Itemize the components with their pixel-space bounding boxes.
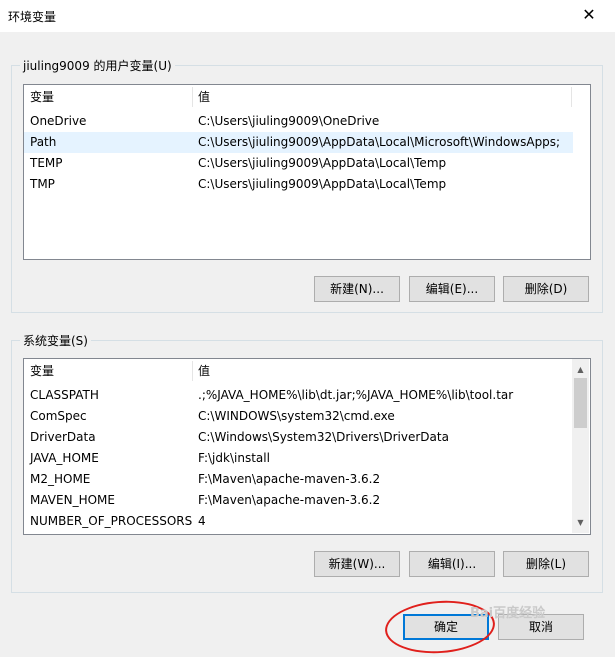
table-row[interactable]: Path C:\Users\jiuling9009\AppData\Local\…: [24, 132, 573, 153]
column-header-name[interactable]: 变量: [30, 362, 54, 379]
system-delete-button[interactable]: 删除(L): [503, 551, 589, 577]
user-edit-button[interactable]: 编辑(E)...: [409, 276, 495, 302]
variable-name: M2_HOME: [30, 472, 91, 486]
variable-value: .;%JAVA_HOME%\lib\dt.jar;%JAVA_HOME%\lib…: [198, 388, 514, 402]
system-edit-button[interactable]: 编辑(I)...: [409, 551, 495, 577]
variable-name: OneDrive: [30, 114, 87, 128]
variable-value: C:\Windows\System32\Drivers\DriverData: [198, 430, 449, 444]
window-title: 环境变量: [8, 10, 57, 24]
column-header-name[interactable]: 变量: [30, 88, 54, 105]
scrollbar-thumb[interactable]: [574, 378, 587, 428]
watermark: Bai百度经验: [470, 606, 546, 621]
column-header-value[interactable]: 值: [198, 362, 210, 379]
variable-name: ComSpec: [30, 409, 87, 423]
scroll-down-icon[interactable]: ▼: [572, 514, 589, 531]
variable-name: MAVEN_HOME: [30, 493, 115, 507]
column-header-value[interactable]: 值: [198, 88, 210, 105]
variable-name: JAVA_HOME: [30, 451, 99, 465]
variable-name: TEMP: [30, 156, 63, 170]
variable-value: F:\jdk\install: [198, 451, 270, 465]
column-divider[interactable]: [192, 87, 193, 107]
variable-value: 4: [198, 514, 206, 528]
system-variables-title: 系统变量(S): [23, 334, 88, 348]
variable-value: C:\Users\jiuling9009\AppData\Local\Temp: [198, 156, 447, 170]
vertical-scrollbar[interactable]: ▲ ▼: [572, 359, 589, 533]
variable-name: DriverData: [30, 430, 96, 444]
list-header: 变量 值: [24, 359, 590, 381]
variable-name: CLASSPATH: [30, 388, 99, 402]
system-variables-list[interactable]: 变量 值 CLASSPATH .;%JAVA_HOME%\lib\dt.jar;…: [23, 358, 591, 535]
table-row[interactable]: OneDrive C:\Users\jiuling9009\OneDrive: [24, 111, 573, 132]
variable-name: NUMBER_OF_PROCESSORS: [30, 514, 193, 528]
table-row[interactable]: TMP C:\Users\jiuling9009\AppData\Local\T…: [24, 174, 573, 195]
user-variables-title: jiuling9009 的用户变量(U): [23, 59, 172, 73]
variable-name: Path: [30, 135, 57, 149]
table-row[interactable]: TEMP C:\Users\jiuling9009\AppData\Local\…: [24, 153, 573, 174]
user-new-button[interactable]: 新建(N)...: [314, 276, 400, 302]
scroll-up-icon[interactable]: ▲: [572, 361, 589, 378]
column-divider[interactable]: [192, 361, 193, 381]
user-delete-button[interactable]: 删除(D): [503, 276, 589, 302]
list-header: 变量 值: [24, 85, 590, 107]
close-icon[interactable]: ✕: [569, 2, 609, 28]
user-variables-list[interactable]: 变量 值 OneDrive C:\Users\jiuling9009\OneDr…: [23, 84, 591, 260]
title-bar: 环境变量 ✕: [0, 0, 615, 32]
variable-value: C:\Users\jiuling9009\AppData\Local\Temp: [198, 177, 447, 191]
variable-value: C:\Users\jiuling9009\OneDrive: [198, 114, 380, 128]
system-new-button[interactable]: 新建(W)...: [314, 551, 400, 577]
column-divider[interactable]: [571, 87, 572, 107]
variable-value: F:\Maven\apache-maven-3.6.2: [198, 472, 381, 486]
variable-value: F:\Maven\apache-maven-3.6.2: [198, 493, 381, 507]
variable-value: C:\WINDOWS\system32\cmd.exe: [198, 409, 395, 423]
variable-name: TMP: [30, 177, 55, 191]
variable-value: C:\Users\jiuling9009\AppData\Local\Micro…: [198, 135, 561, 149]
